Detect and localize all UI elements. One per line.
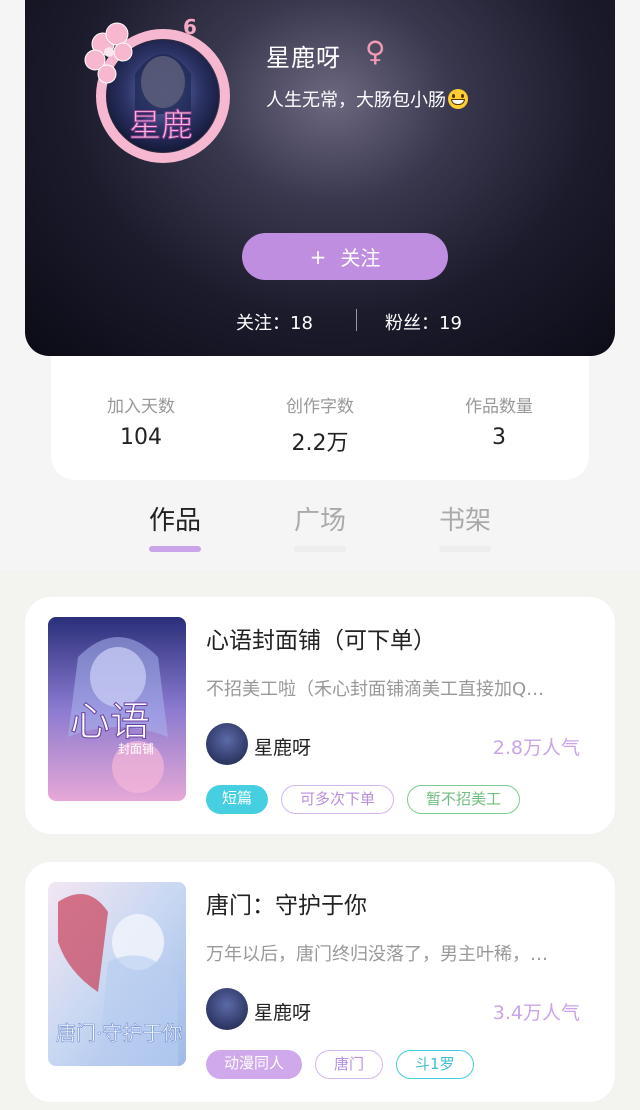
user-bio: 人生无常，大肠包小肠 — [266, 86, 468, 112]
stat-join-days: 加入天数 104 — [71, 392, 211, 450]
tag-short[interactable]: 短篇 — [206, 785, 269, 814]
follow-button[interactable]: + 关注 — [242, 233, 448, 280]
cover-title: 心语 — [70, 699, 150, 745]
author-avatar[interactable] — [206, 988, 248, 1030]
stats-card: 加入天数 104 创作字数 2.2万 作品数量 3 — [51, 356, 589, 480]
plus-icon: + — [309, 244, 327, 269]
work-card[interactable]: 唐门·守护于你 唐门：守护于你 万年以后，唐门终归没落了，男主叶稀，… 星鹿呀 … — [25, 862, 615, 1102]
tab-square[interactable]: 广场 — [280, 500, 360, 537]
work-title[interactable]: 心语封面铺（可下单） — [206, 621, 436, 655]
tag-douluo[interactable]: 斗1罗 — [396, 1050, 474, 1079]
tag-no-artists[interactable]: 暂不招美工 — [407, 785, 521, 814]
stat-divider — [356, 309, 357, 331]
tag-list: 短篇 可多次下单 暂不招美工 — [206, 785, 521, 814]
tab-works[interactable]: 作品 — [135, 500, 215, 537]
author-name[interactable]: 星鹿呀 — [254, 733, 311, 760]
cover-subtitle: 封面铺 — [118, 742, 154, 756]
female-icon: ♀ — [365, 35, 386, 68]
avatar-logo-text: 星鹿 — [129, 106, 193, 144]
popularity-count: 2.8万人气 — [492, 737, 580, 759]
stat-label: 加入天数 — [107, 397, 175, 417]
stat-value: 2.2万 — [291, 431, 349, 456]
tab-bookshelf[interactable]: 书架 — [425, 500, 505, 537]
grin-emoji-icon — [448, 89, 468, 109]
tag-multiple-orders[interactable]: 可多次下单 — [281, 785, 395, 814]
tag-tangmen[interactable]: 唐门 — [315, 1050, 384, 1079]
work-description: 万年以后，唐门终归没落了，男主叶稀，… — [206, 944, 548, 965]
username: 星鹿呀 — [266, 44, 341, 72]
work-cover-image[interactable]: 唐门·守护于你 — [48, 882, 186, 1066]
stat-label: 作品数量 — [465, 397, 533, 417]
level-badge: 6 — [183, 15, 197, 39]
work-card[interactable]: 心语 封面铺 心语封面铺（可下单） 不招美工啦（禾心封面铺滴美工直接加Q… 星鹿… — [25, 597, 615, 834]
tag-list: 动漫同人 唐门 斗1罗 — [206, 1050, 474, 1079]
stat-value: 104 — [120, 425, 162, 450]
stat-value: 3 — [492, 425, 506, 450]
popularity-count: 3.4万人气 — [492, 1002, 580, 1024]
follow-button-label: 关注 — [340, 246, 381, 270]
fans-count[interactable]: 粉丝：19 — [385, 309, 462, 335]
work-title[interactable]: 唐门：守护于你 — [206, 886, 367, 920]
cover-title: 唐门·守护于你 — [56, 1021, 182, 1045]
avatar[interactable]: 6 星鹿 — [73, 14, 238, 164]
stat-label: 创作字数 — [286, 397, 354, 417]
work-description: 不招美工啦（禾心封面铺滴美工直接加Q… — [206, 679, 545, 700]
tab-bookshelf-indicator — [439, 546, 491, 552]
profile-header: 6 星鹿 星鹿呀 ♀ 人生无常，大肠包小肠 + 关注 关注：18 粉丝：19 — [25, 0, 615, 356]
tab-square-indicator — [294, 546, 346, 552]
bio-text: 人生无常，大肠包小肠 — [266, 90, 446, 111]
stat-word-count: 创作字数 2.2万 — [250, 392, 390, 457]
work-cover-image[interactable]: 心语 封面铺 — [48, 617, 186, 801]
tab-works-indicator — [149, 546, 201, 552]
following-count[interactable]: 关注：18 — [236, 309, 313, 335]
tag-anime-fanfic[interactable]: 动漫同人 — [206, 1050, 303, 1079]
author-avatar[interactable] — [206, 723, 248, 765]
author-name[interactable]: 星鹿呀 — [254, 998, 311, 1025]
stat-works-count: 作品数量 3 — [429, 392, 569, 450]
